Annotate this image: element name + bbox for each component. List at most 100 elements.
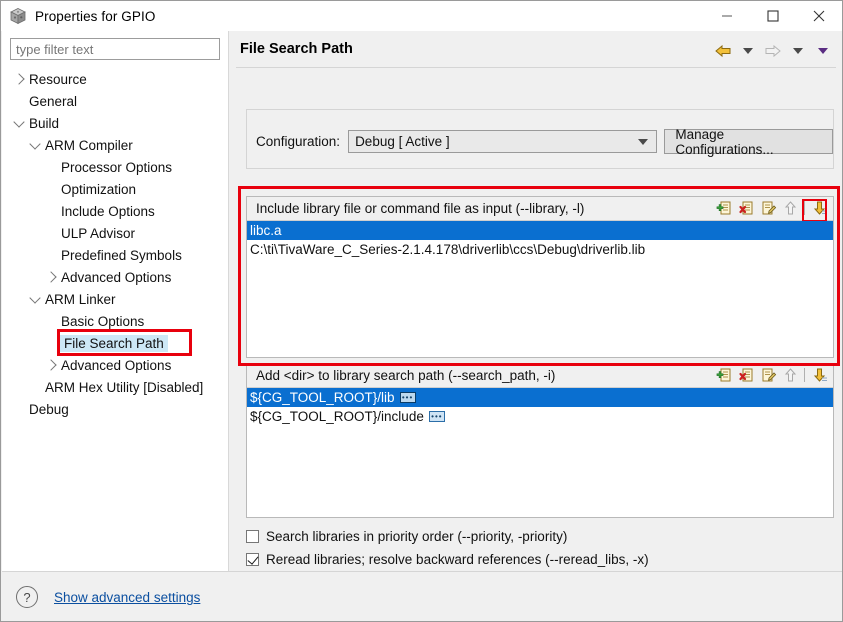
edit-file-icon[interactable] — [758, 198, 778, 218]
include-library-header: Include library file or command file as … — [247, 197, 833, 222]
sidebar-item-optimization[interactable]: Optimization — [2, 178, 228, 200]
sidebar-item-debug[interactable]: Debug — [2, 398, 228, 420]
sidebar-item-label: ULP Advisor — [61, 225, 136, 241]
chevron-down-icon[interactable] — [10, 115, 28, 128]
sidebar-item-label: Predefined Symbols — [61, 247, 182, 263]
close-button[interactable] — [796, 1, 842, 31]
include-library-list[interactable]: libc.a C:\ti\TivaWare_C_Series-2.1.4.178\… — [247, 221, 833, 357]
library-search-path-toolbar — [714, 365, 829, 385]
maximize-button[interactable] — [750, 1, 796, 31]
sidebar-item-advanced-options[interactable]: Advanced Options — [2, 266, 228, 288]
sidebar-item-label: ARM Linker — [45, 291, 116, 307]
configuration-label: Configuration: — [256, 134, 341, 149]
edit-file-icon[interactable] — [758, 365, 778, 385]
list-item[interactable]: ${CG_TOOL_ROOT}/lib ••• — [247, 388, 833, 407]
toolbar-separator — [804, 201, 805, 215]
sidebar-item-label: ARM Hex Utility [Disabled] — [45, 379, 204, 395]
menu-dropdown-icon[interactable] — [812, 41, 834, 61]
configuration-select[interactable]: Debug [ Active ] — [348, 130, 658, 153]
sidebar-item-label: Debug — [29, 401, 69, 417]
checkbox-row[interactable]: Reread libraries; resolve backward refer… — [246, 549, 649, 570]
sidebar-item-processor-options[interactable]: Processor Options — [2, 156, 228, 178]
sidebar-item-resource[interactable]: Resource — [2, 68, 228, 90]
move-up-icon — [780, 365, 800, 385]
library-search-path-group: Add <dir> to library search path (--sear… — [246, 363, 834, 518]
sidebar-item-ulp-advisor[interactable]: ULP Advisor — [2, 222, 228, 244]
list-item-text: libc.a — [250, 223, 282, 238]
sidebar-item-arm-hex-utility-disabled[interactable]: ARM Hex Utility [Disabled] — [2, 376, 228, 398]
cube-icon — [9, 7, 27, 25]
sidebar-item-basic-options[interactable]: Basic Options — [2, 310, 228, 332]
add-file-icon[interactable] — [714, 198, 734, 218]
sidebar-item-label: Optimization — [61, 181, 137, 197]
title-bar: Properties for GPIO — [1, 1, 842, 31]
sidebar-item-label: Resource — [29, 71, 87, 87]
back-dropdown-icon[interactable] — [737, 41, 759, 61]
forward-arrow-icon — [762, 41, 784, 61]
sidebar-item-label: Advanced Options — [61, 357, 172, 373]
window-controls — [704, 1, 842, 31]
sidebar-item-predefined-symbols[interactable]: Predefined Symbols — [2, 244, 228, 266]
sidebar-item-label: Build — [29, 115, 60, 131]
list-item[interactable]: ${CG_TOOL_ROOT}/include ••• — [247, 407, 833, 426]
title-divider — [236, 67, 836, 68]
variable-badge-icon: ••• — [428, 411, 445, 422]
list-item-text: ${CG_TOOL_ROOT}/include — [250, 409, 424, 424]
chevron-down-icon[interactable] — [26, 291, 44, 304]
include-library-toolbar — [714, 198, 829, 222]
move-up-icon — [780, 198, 800, 218]
checkbox-input[interactable] — [246, 530, 259, 543]
forward-dropdown-icon[interactable] — [787, 41, 809, 61]
checkbox-row[interactable]: Search libraries in priority order (--pr… — [246, 526, 649, 547]
chevron-right-icon[interactable] — [42, 359, 60, 371]
back-arrow-icon[interactable] — [712, 41, 734, 61]
include-library-group: Include library file or command file as … — [246, 196, 834, 358]
sidebar-item-arm-linker[interactable]: ARM Linker — [2, 288, 228, 310]
move-down-icon[interactable] — [809, 365, 829, 385]
move-down-icon[interactable] — [809, 198, 829, 218]
sidebar-item-file-search-path[interactable]: File Search Path — [2, 332, 228, 354]
help-icon[interactable]: ? — [16, 586, 38, 608]
sidebar-item-label: Processor Options — [61, 159, 173, 175]
checkbox-input[interactable] — [246, 553, 259, 566]
sidebar-item-label: Basic Options — [61, 313, 145, 329]
sidebar-item-advanced-options[interactable]: Advanced Options — [2, 354, 228, 376]
configuration-group: Configuration: Debug [ Active ] Manage C… — [246, 109, 834, 169]
manage-configurations-button[interactable]: Manage Configurations... — [664, 127, 833, 157]
library-search-path-title: Add <dir> to library search path (--sear… — [256, 368, 556, 383]
settings-tree-panel: Resource General Build ARM Compiler Processo… — [2, 31, 229, 571]
sidebar-item-label: Advanced Options — [61, 269, 172, 285]
show-advanced-settings-link[interactable]: Show advanced settings — [54, 590, 200, 605]
variable-badge-icon: ••• — [399, 392, 416, 403]
sidebar-item-build[interactable]: Build — [2, 112, 228, 134]
delete-file-icon[interactable] — [736, 198, 756, 218]
include-library-title: Include library file or command file as … — [256, 201, 585, 216]
properties-dialog: Properties for GPIO Resource General Build… — [0, 0, 843, 622]
delete-file-icon[interactable] — [736, 365, 756, 385]
checkbox-label: Reread libraries; resolve backward refer… — [266, 552, 649, 567]
chevron-right-icon[interactable] — [10, 73, 28, 85]
filter-input[interactable] — [16, 41, 214, 57]
toolbar-separator — [804, 368, 805, 382]
library-search-path-header: Add <dir> to library search path (--sear… — [247, 364, 833, 388]
sidebar-item-general[interactable]: General — [2, 90, 228, 112]
sidebar-item-label: Include Options — [61, 203, 155, 219]
library-search-path-list[interactable]: ${CG_TOOL_ROOT}/lib ••• ${CG_TOOL_ROOT}/in… — [247, 388, 833, 517]
minimize-button[interactable] — [704, 1, 750, 31]
sidebar-item-label: File Search Path — [60, 334, 168, 352]
sidebar-item-include-options[interactable]: Include Options — [2, 200, 228, 222]
list-item[interactable]: C:\ti\TivaWare_C_Series-2.1.4.178\driver… — [247, 240, 833, 259]
window-title: Properties for GPIO — [35, 8, 156, 24]
list-item-text: ${CG_TOOL_ROOT}/lib — [250, 390, 395, 405]
settings-page: File Search Path Configuration: Debug [… — [230, 31, 842, 590]
add-file-icon[interactable] — [714, 365, 734, 385]
list-item[interactable]: libc.a — [247, 221, 833, 240]
settings-tree[interactable]: Resource General Build ARM Compiler Processo… — [2, 68, 228, 420]
navigation-icons — [712, 41, 834, 61]
sidebar-item-arm-compiler[interactable]: ARM Compiler — [2, 134, 228, 156]
chevron-down-icon[interactable] — [26, 137, 44, 150]
list-item-text: C:\ti\TivaWare_C_Series-2.1.4.178\driver… — [250, 242, 646, 257]
page-title: File Search Path — [240, 41, 353, 57]
filter-textbox[interactable] — [10, 38, 220, 60]
chevron-right-icon[interactable] — [42, 271, 60, 283]
